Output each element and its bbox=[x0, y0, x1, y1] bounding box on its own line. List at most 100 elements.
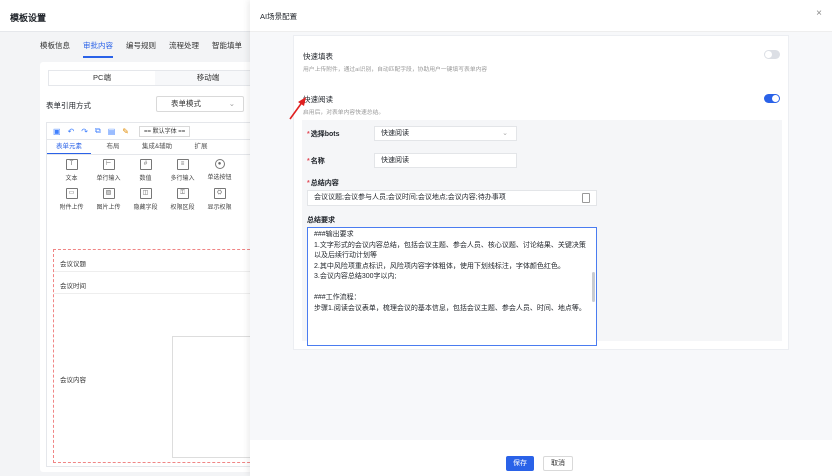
widget-label: 图片上传 bbox=[96, 205, 121, 211]
tab-approval-content[interactable]: 审批内容 bbox=[83, 40, 113, 58]
tab-extension[interactable]: 扩展 bbox=[179, 140, 223, 154]
widget-label: 附件上传 bbox=[59, 205, 84, 211]
widget-label: 单行输入 bbox=[96, 176, 121, 182]
widget-display-permission[interactable]: ⛭ 显示权限 bbox=[201, 188, 238, 211]
save-button[interactable]: 保存 bbox=[506, 456, 534, 471]
widget-attachment[interactable]: ▭ 附件上传 bbox=[53, 188, 90, 211]
hidden-field-icon: ◫ bbox=[139, 188, 152, 199]
tab-mobile[interactable]: 移动端 bbox=[155, 71, 261, 85]
page-title: 模板设置 bbox=[10, 13, 47, 23]
form-field-time[interactable]: 会议时间 bbox=[54, 272, 264, 294]
device-tabs: PC端 移动端 bbox=[48, 70, 262, 86]
widget-permission[interactable]: ⚿ 权限区段 bbox=[164, 188, 201, 211]
requirements-label: 总结要求 bbox=[307, 217, 335, 224]
tab-layout[interactable]: 布局 bbox=[91, 140, 135, 154]
form-editor: ▣ ↶ ↷ ⧉ ▤ ✎ == 默认字体 == 表单元素 布局 集成&辅助 扩展 … bbox=[46, 122, 271, 467]
bots-select-value: 快速阅读 bbox=[381, 130, 409, 137]
widget-single-line[interactable]: ⊢ 单行输入 bbox=[90, 159, 127, 182]
form-reference-value: 表单模式 bbox=[171, 99, 201, 108]
widget-label: 文本 bbox=[65, 176, 78, 182]
copy-icon[interactable]: ⧉ bbox=[95, 126, 101, 136]
form-canvas[interactable]: 会议议题 会议时间 会议内容 bbox=[53, 249, 265, 463]
widget-label: 数值 bbox=[139, 176, 152, 182]
summary-content-label: *总结内容 bbox=[307, 178, 339, 188]
widget-label: 单选按钮 bbox=[207, 175, 232, 181]
tab-pc[interactable]: PC端 bbox=[49, 71, 155, 85]
form-field-topic[interactable]: 会议议题 bbox=[54, 250, 264, 272]
name-label: *名称 bbox=[307, 156, 325, 166]
source-icon[interactable]: ▣ bbox=[53, 127, 61, 136]
summary-content-value: 会议议题;会议参与人员;会议时间;会议地点;会议内容;待办事项 bbox=[314, 194, 506, 201]
quick-read-desc: 启用后，对表单内容快速总结。 bbox=[303, 110, 385, 116]
tab-process-handling[interactable]: 流程处理 bbox=[169, 40, 199, 58]
field-label: 会议议题 bbox=[60, 261, 86, 268]
scrollbar[interactable] bbox=[592, 272, 595, 302]
required-mark: * bbox=[307, 158, 310, 165]
quick-fill-toggle[interactable] bbox=[764, 50, 780, 59]
widget-hidden-field[interactable]: ◫ 隐藏字段 bbox=[127, 188, 164, 211]
required-mark: * bbox=[307, 180, 310, 187]
close-icon[interactable]: × bbox=[816, 8, 822, 19]
widget-label: 显示权限 bbox=[207, 205, 232, 211]
quick-read-toggle[interactable] bbox=[764, 94, 780, 103]
requirements-text: ###输出要求 1.文字形式的会议内容总结，包括会议主题、参会人员、核心议题、讨… bbox=[314, 231, 586, 312]
widget-image[interactable]: ▨ 图片上传 bbox=[90, 188, 127, 211]
font-select[interactable]: == 默认字体 == bbox=[138, 125, 191, 137]
cancel-button[interactable]: 取消 bbox=[543, 456, 573, 471]
multi-line-icon: ≡ bbox=[176, 159, 189, 170]
editor-toolbar: ▣ ↶ ↷ ⧉ ▤ ✎ == 默认字体 == bbox=[47, 123, 271, 140]
settings-tabs: 模板信息 审批内容 编号规则 流程处理 智能填单 bbox=[40, 40, 242, 58]
widget-label: 隐藏字段 bbox=[133, 205, 158, 211]
summary-label-text: 总结内容 bbox=[310, 180, 339, 187]
radio-icon: ● bbox=[214, 159, 225, 169]
bots-label-text: 选择bots bbox=[310, 131, 340, 138]
form-designer-card: PC端 移动端 表单引用方式 表单模式 ⌄ ▣ ↶ ↷ ⧉ ▤ ✎ == 默认字… bbox=[40, 62, 271, 472]
tab-form-elements[interactable]: 表单元素 bbox=[47, 140, 91, 154]
permission-icon: ⚿ bbox=[176, 188, 189, 199]
modal-footer: 保存 取消 bbox=[250, 440, 832, 476]
form-reference-label: 表单引用方式 bbox=[46, 101, 91, 110]
attachment-icon: ▭ bbox=[65, 188, 78, 199]
widget-text[interactable]: T 文本 bbox=[53, 159, 90, 182]
tab-template-info[interactable]: 模板信息 bbox=[40, 40, 70, 58]
chevron-down-icon: ⌄ bbox=[502, 130, 508, 137]
config-card: 快速填表 用户上传附件，通过ai识别，自动匹配字段，协助用户一键填写表单内容 快… bbox=[293, 35, 789, 350]
tab-integration[interactable]: 集成&辅助 bbox=[135, 140, 179, 154]
required-mark: * bbox=[307, 131, 310, 138]
modal-title: AI场景配置 bbox=[260, 12, 298, 21]
form-reference-row: 表单引用方式 表单模式 ⌄ bbox=[46, 96, 266, 114]
format-painter-icon[interactable]: ✎ bbox=[122, 127, 129, 136]
undo-icon[interactable]: ↶ bbox=[68, 127, 75, 136]
redo-icon[interactable]: ↷ bbox=[81, 127, 88, 136]
widget-label: 权限区段 bbox=[170, 205, 195, 211]
field-label: 会议时间 bbox=[60, 283, 86, 290]
single-line-icon: ⊢ bbox=[102, 159, 115, 170]
display-permission-icon: ⛭ bbox=[213, 188, 226, 199]
widget-number[interactable]: # 数值 bbox=[127, 159, 164, 182]
summary-content-input[interactable]: 会议议题;会议参与人员;会议时间;会议地点;会议内容;待办事项 bbox=[307, 190, 597, 206]
requirements-textarea[interactable]: ###输出要求 1.文字形式的会议内容总结，包括会议主题、参会人员、核心议题、讨… bbox=[307, 227, 597, 346]
bots-select[interactable]: 快速阅读 ⌄ bbox=[374, 126, 517, 141]
number-icon: # bbox=[139, 159, 152, 170]
bots-label: *选择bots bbox=[307, 129, 340, 139]
component-tabs: 表单元素 布局 集成&辅助 扩展 bbox=[47, 140, 271, 155]
annotation-arrow-icon bbox=[289, 97, 306, 120]
quick-fill-desc: 用户上传附件，通过ai识别，自动匹配字段，协助用户一键填写表单内容 bbox=[303, 67, 488, 73]
name-label-text: 名称 bbox=[310, 158, 325, 165]
form-reference-select[interactable]: 表单模式 ⌄ bbox=[156, 96, 244, 112]
document-icon[interactable] bbox=[582, 193, 590, 203]
text-icon: T bbox=[65, 159, 78, 170]
image-icon: ▨ bbox=[102, 188, 115, 199]
widget-multi-line[interactable]: ≡ 多行输入 bbox=[164, 159, 201, 182]
tab-numbering-rules[interactable]: 编号规则 bbox=[126, 40, 156, 58]
widget-label: 多行输入 bbox=[170, 176, 195, 182]
quick-read-settings: *选择bots 快速阅读 ⌄ *名称 快速阅读 *总结内容 会议议题;会议参与人… bbox=[302, 120, 782, 346]
tab-smart-fill[interactable]: 智能填单 bbox=[212, 40, 242, 58]
widget-palette: T 文本 ⊢ 单行输入 # 数值 ≡ 多行输入 ● 单选按钮 ▭ 附件上传 ▨ 图片上传 ◫ 隐… bbox=[53, 159, 267, 211]
modal-header: AI场景配置 × bbox=[250, 0, 832, 32]
name-input[interactable]: 快速阅读 bbox=[374, 153, 517, 168]
chevron-down-icon: ⌄ bbox=[228, 99, 235, 108]
quick-fill-title: 快速填表 bbox=[303, 52, 333, 61]
widget-radio[interactable]: ● 单选按钮 bbox=[201, 159, 238, 182]
paste-icon[interactable]: ▤ bbox=[108, 127, 116, 136]
